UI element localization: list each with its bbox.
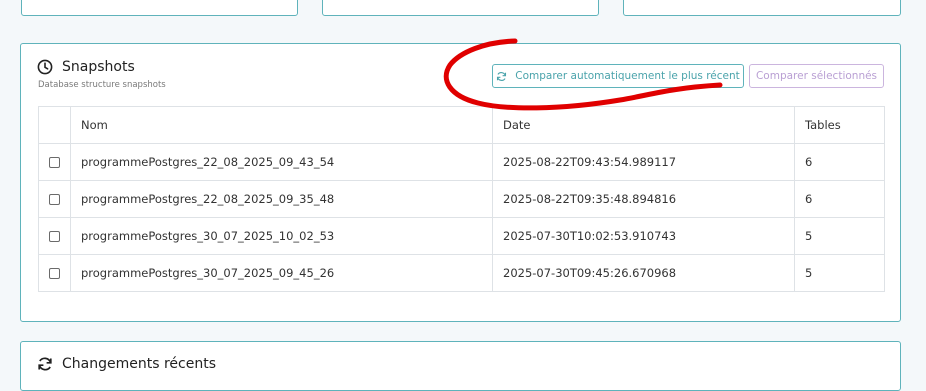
compare-auto-label: Comparer automatiquement le plus récent <box>515 70 740 82</box>
snapshots-table: Nom Date Tables programmePostgres_22_08_… <box>38 106 885 292</box>
snapshot-date: 2025-07-30T10:02:53.910743 <box>492 217 795 255</box>
row-checkbox[interactable] <box>49 157 60 168</box>
changes-card: Changements récents <box>20 341 901 391</box>
snapshot-tables: 6 <box>794 180 885 218</box>
snapshots-title: Snapshots <box>62 59 135 75</box>
snapshot-date: 2025-08-22T09:35:48.894816 <box>492 180 795 218</box>
snapshots-header: Snapshots <box>37 59 135 75</box>
compare-selected-button[interactable]: Comparer sélectionnés <box>749 64 884 88</box>
table-row: programmePostgres_22_08_2025_09_35_48 20… <box>38 180 885 218</box>
table-row: programmePostgres_22_08_2025_09_43_54 20… <box>38 143 885 181</box>
column-header-nom: Nom <box>70 106 493 144</box>
refresh-icon <box>496 71 507 82</box>
snapshot-tables: 6 <box>794 143 885 181</box>
snapshot-date: 2025-07-30T09:45:26.670968 <box>492 254 795 292</box>
table-row: programmePostgres_30_07_2025_09_45_26 20… <box>38 254 885 292</box>
snapshots-subtitle: Database structure snapshots <box>38 80 166 90</box>
select-column-header <box>38 106 71 144</box>
snapshot-name: programmePostgres_30_07_2025_10_02_53 <box>70 217 493 255</box>
top-card-3 <box>623 0 901 16</box>
clock-icon <box>37 59 53 75</box>
snapshot-name: programmePostgres_22_08_2025_09_35_48 <box>70 180 493 218</box>
row-checkbox[interactable] <box>49 231 60 242</box>
top-card-1 <box>21 0 298 16</box>
top-card-2 <box>322 0 599 16</box>
row-checkbox[interactable] <box>49 268 60 279</box>
row-checkbox[interactable] <box>49 194 60 205</box>
column-header-date: Date <box>492 106 795 144</box>
snapshot-tables: 5 <box>794 254 885 292</box>
snapshots-card: Snapshots Database structure snapshots C… <box>20 43 901 322</box>
changes-header: Changements récents <box>37 356 216 372</box>
sync-icon <box>37 356 53 372</box>
table-header-row: Nom Date Tables <box>38 106 885 144</box>
table-row: programmePostgres_30_07_2025_10_02_53 20… <box>38 217 885 255</box>
snapshot-date: 2025-08-22T09:43:54.989117 <box>492 143 795 181</box>
compare-auto-button[interactable]: Comparer automatiquement le plus récent <box>492 64 744 88</box>
snapshot-tables: 5 <box>794 217 885 255</box>
changes-title: Changements récents <box>62 356 216 372</box>
column-header-tables: Tables <box>794 106 885 144</box>
snapshot-name: programmePostgres_22_08_2025_09_43_54 <box>70 143 493 181</box>
snapshot-name: programmePostgres_30_07_2025_09_45_26 <box>70 254 493 292</box>
